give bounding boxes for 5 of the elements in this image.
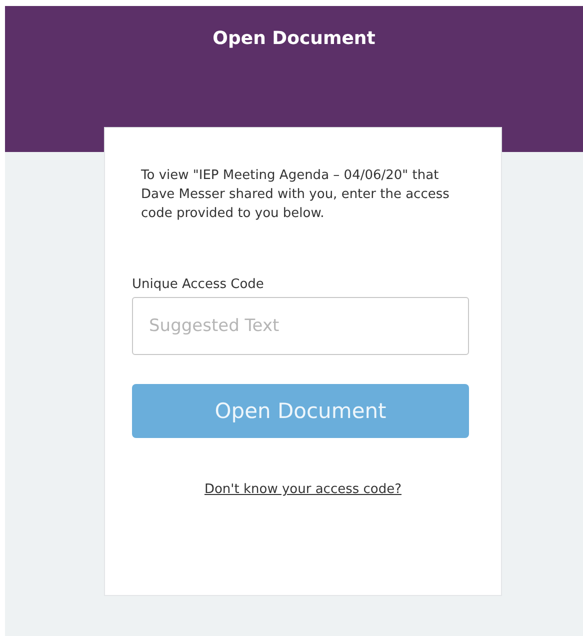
field-label: Unique Access Code: [132, 277, 265, 292]
instructions-text: To view "IEP Meeting Agenda – 04/06/20" that Dave Messer shared with you, enter the access code provided to you below.: [141, 167, 450, 223]
access-code-field[interactable]: Suggested Text: [132, 297, 469, 355]
page-title: Open Document: [212, 28, 376, 51]
help-link[interactable]: Don't know your access code?: [204, 482, 402, 497]
